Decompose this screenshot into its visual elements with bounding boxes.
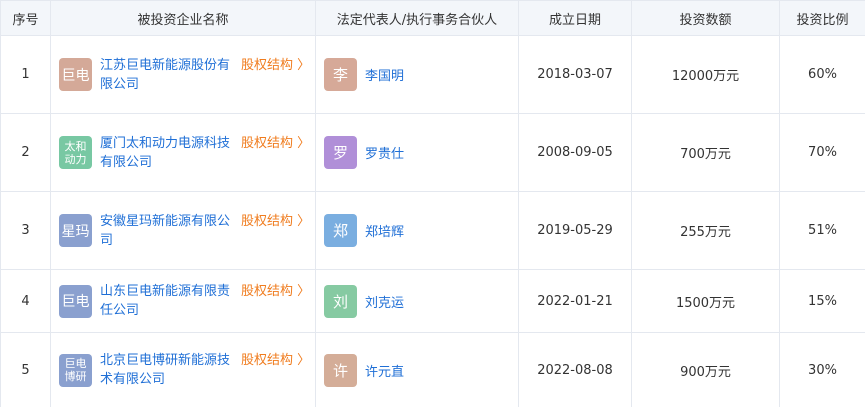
table-row: 1 巨电 江苏巨电新能源股份有 限公司 股权结构 〉 李 李国明 2018-03-… bbox=[0, 35, 865, 114]
representative-cell: 李 李国明 bbox=[315, 35, 519, 114]
table-row: 4 巨电 山东巨电新能源有限责 任公司 股权结构 〉 刘 刘克运 2022-01-… bbox=[0, 269, 865, 333]
row-index: 3 bbox=[0, 191, 51, 270]
investment-amount: 255万元 bbox=[631, 191, 780, 270]
row-index: 4 bbox=[0, 269, 51, 333]
investment-ratio: 60% bbox=[779, 35, 865, 114]
investment-ratio: 51% bbox=[779, 191, 865, 270]
table-row: 2 太和 动力 厦门太和动力电源科技 有限公司 股权结构 〉 罗 罗贵仕 2008-… bbox=[0, 113, 865, 192]
founded-date: 2022-08-08 bbox=[518, 332, 632, 407]
representative-name-link[interactable]: 李国明 bbox=[365, 65, 404, 84]
founded-date: 2022-01-21 bbox=[518, 269, 632, 333]
investment-amount: 12000万元 bbox=[631, 35, 780, 114]
company-cell: 巨电 山东巨电新能源有限责 任公司 股权结构 〉 bbox=[50, 269, 316, 333]
representative-cell: 郑 郑培辉 bbox=[315, 191, 519, 270]
header-founded: 成立日期 bbox=[518, 0, 632, 36]
avatar[interactable]: 刘 bbox=[324, 284, 357, 318]
table-header: 序号 被投资企业名称 法定代表人/执行事务合伙人 成立日期 投资数额 投资比例 bbox=[0, 0, 865, 36]
founded-date: 2018-03-07 bbox=[518, 35, 632, 114]
equity-structure-link[interactable]: 股权结构 〉 bbox=[241, 351, 310, 370]
equity-structure-link[interactable]: 股权结构 〉 bbox=[241, 212, 310, 231]
avatar[interactable]: 李 bbox=[324, 58, 357, 91]
representative-name-link[interactable]: 刘克运 bbox=[365, 292, 404, 311]
company-cell: 太和 动力 厦门太和动力电源科技 有限公司 股权结构 〉 bbox=[50, 113, 316, 192]
investment-ratio: 15% bbox=[779, 269, 865, 333]
representative-name-link[interactable]: 许元直 bbox=[365, 361, 404, 380]
avatar[interactable]: 许 bbox=[324, 353, 357, 387]
representative-cell: 许 许元直 bbox=[315, 332, 519, 407]
header-index: 序号 bbox=[0, 0, 51, 36]
company-logo[interactable]: 巨电 博研 bbox=[59, 353, 92, 387]
investment-ratio: 70% bbox=[779, 113, 865, 192]
company-logo[interactable]: 星玛 bbox=[59, 214, 92, 247]
founded-date: 2019-05-29 bbox=[518, 191, 632, 270]
investment-ratio: 30% bbox=[779, 332, 865, 407]
table-row: 3 星玛 安徽星玛新能源有限公司 股权结构 〉 郑 郑培辉 2019-05-29… bbox=[0, 191, 865, 270]
avatar[interactable]: 罗 bbox=[324, 136, 357, 169]
equity-structure-link[interactable]: 股权结构 〉 bbox=[241, 56, 310, 75]
table-row: 5 巨电 博研 北京巨电博研新能源技 术有限公司 股权结构 〉 许 许元直 2022… bbox=[0, 332, 865, 407]
company-logo[interactable]: 巨电 bbox=[59, 284, 92, 318]
investment-amount: 900万元 bbox=[631, 332, 780, 407]
equity-structure-link[interactable]: 股权结构 〉 bbox=[241, 282, 310, 301]
company-name-link[interactable]: 北京巨电博研新能源技 术有限公司 bbox=[100, 351, 235, 389]
investment-amount: 1500万元 bbox=[631, 269, 780, 333]
company-cell: 巨电 博研 北京巨电博研新能源技 术有限公司 股权结构 〉 bbox=[50, 332, 316, 407]
company-logo[interactable]: 太和 动力 bbox=[59, 136, 92, 169]
representative-name-link[interactable]: 郑培辉 bbox=[365, 221, 404, 240]
company-cell: 巨电 江苏巨电新能源股份有 限公司 股权结构 〉 bbox=[50, 35, 316, 114]
header-representative: 法定代表人/执行事务合伙人 bbox=[315, 0, 519, 36]
representative-cell: 罗 罗贵仕 bbox=[315, 113, 519, 192]
header-amount: 投资数额 bbox=[631, 0, 780, 36]
header-ratio: 投资比例 bbox=[779, 0, 865, 36]
row-index: 5 bbox=[0, 332, 51, 407]
company-name-link[interactable]: 江苏巨电新能源股份有 限公司 bbox=[100, 56, 235, 94]
avatar[interactable]: 郑 bbox=[324, 214, 357, 247]
company-cell: 星玛 安徽星玛新能源有限公司 股权结构 〉 bbox=[50, 191, 316, 270]
representative-cell: 刘 刘克运 bbox=[315, 269, 519, 333]
row-index: 1 bbox=[0, 35, 51, 114]
representative-name-link[interactable]: 罗贵仕 bbox=[365, 143, 404, 162]
investment-table: 序号 被投资企业名称 法定代表人/执行事务合伙人 成立日期 投资数额 投资比例 … bbox=[0, 0, 865, 407]
company-name-link[interactable]: 山东巨电新能源有限责 任公司 bbox=[100, 282, 235, 320]
row-index: 2 bbox=[0, 113, 51, 192]
founded-date: 2008-09-05 bbox=[518, 113, 632, 192]
investment-amount: 700万元 bbox=[631, 113, 780, 192]
header-company: 被投资企业名称 bbox=[50, 0, 316, 36]
company-logo[interactable]: 巨电 bbox=[59, 58, 92, 91]
company-name-link[interactable]: 厦门太和动力电源科技 有限公司 bbox=[100, 134, 235, 172]
equity-structure-link[interactable]: 股权结构 〉 bbox=[241, 134, 310, 153]
company-name-link[interactable]: 安徽星玛新能源有限公司 bbox=[100, 212, 235, 250]
